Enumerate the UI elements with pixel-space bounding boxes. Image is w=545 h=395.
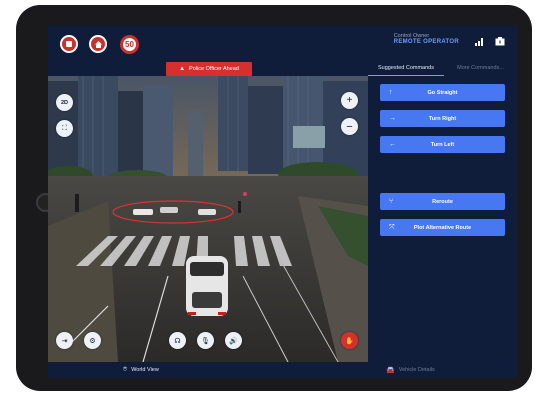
turn-right-label: Turn Right — [428, 115, 457, 122]
gear-icon: ⚙ — [89, 337, 96, 345]
route-icon: ⤧ — [389, 223, 395, 231]
vehicle-details-label: Vehicle Details — [398, 367, 435, 373]
world-view-icon: ⌾ — [123, 366, 128, 373]
command-panel: ↑ Go Straight → Turn Right ← Turn Left ⑂… — [368, 76, 517, 362]
fullscreen-button[interactable]: ⛶ — [56, 120, 73, 137]
microphone-button[interactable]: 🎙 — [197, 332, 214, 349]
bottom-nav: ⌾ World View 🚘 Vehicle Details — [48, 362, 517, 378]
street-scene — [48, 76, 368, 362]
hand-stop-icon: ✋ — [345, 337, 354, 345]
tab-suggested-commands[interactable]: Suggested Commands — [368, 61, 444, 76]
alert-text: Police Officer Ahead — [189, 66, 239, 72]
speed-limit-value: 50 — [125, 40, 134, 49]
plot-alternative-route-label: Plot Alternative Route — [413, 224, 472, 231]
turn-left-button[interactable]: ← Turn Left — [380, 136, 505, 153]
turn-left-label: Turn Left — [430, 141, 455, 148]
command-tabs: Suggested Commands More Commands... — [368, 61, 517, 76]
exit-icon: ⇥ — [61, 337, 68, 345]
turn-right-button[interactable]: → Turn Right — [380, 110, 505, 127]
signal-strength-icon — [474, 37, 484, 48]
fork-icon: ⑂ — [389, 198, 394, 205]
reroute-label: Reroute — [432, 198, 453, 205]
info-card-icon[interactable] — [495, 37, 505, 48]
headset-icon: ☊ — [174, 337, 181, 345]
arrow-up-icon: ↑ — [389, 89, 393, 96]
exit-button[interactable]: ⇥ — [56, 332, 73, 349]
speed-limit-sign: 50 — [120, 35, 139, 54]
tab-more-commands[interactable]: More Commands... — [444, 61, 517, 75]
control-owner-value: REMOTE OPERATOR — [393, 39, 459, 45]
speaker-button[interactable]: 🔊 — [225, 332, 242, 349]
control-owner: Control Owner REMOTE OPERATOR — [394, 33, 459, 45]
headset-button[interactable]: ☊ — [169, 332, 186, 349]
expand-icon: ⛶ — [62, 124, 67, 132]
world-view-tab[interactable]: ⌾ World View — [123, 366, 159, 374]
app-screen: 50 Control Owner REMOTE OPERATOR ▲ Polic… — [48, 25, 517, 378]
arrow-left-icon: ← — [389, 141, 396, 148]
home-sign-icon — [89, 35, 107, 53]
ego-vehicle — [186, 256, 228, 316]
minus-icon: − — [346, 120, 353, 133]
camera-view[interactable]: 2D ⛶ + − ⇥ ⚙ ☊ 🎙 🔊 ✋ — [48, 76, 368, 362]
plus-icon: + — [346, 95, 353, 106]
microphone-icon: 🎙 — [201, 337, 210, 345]
top-bar: 50 Control Owner REMOTE OPERATOR — [48, 25, 517, 61]
car-icon: 🚘 — [386, 367, 395, 374]
view-mode-label: 2D — [60, 99, 69, 106]
go-straight-button[interactable]: ↑ Go Straight — [380, 84, 505, 101]
warning-icon: ▲ — [179, 66, 186, 72]
emergency-stop-button[interactable]: ✋ — [341, 332, 358, 349]
settings-button[interactable]: ⚙ — [84, 332, 101, 349]
alert-banner: ▲ Police Officer Ahead — [166, 62, 252, 76]
no-entry-sign-icon — [60, 35, 78, 53]
world-view-label: World View — [131, 367, 159, 373]
plot-alternative-route-button[interactable]: ⤧ Plot Alternative Route — [380, 219, 505, 236]
arrow-right-icon: → — [389, 115, 396, 122]
go-straight-label: Go Straight — [427, 89, 458, 96]
zoom-out-button[interactable]: − — [341, 118, 358, 135]
reroute-button[interactable]: ⑂ Reroute — [380, 193, 505, 210]
view-mode-2d-button[interactable]: 2D — [56, 94, 73, 111]
vehicle-details-tab[interactable]: 🚘 Vehicle Details — [386, 366, 435, 374]
zoom-in-button[interactable]: + — [341, 92, 358, 109]
speaker-icon: 🔊 — [229, 337, 238, 345]
